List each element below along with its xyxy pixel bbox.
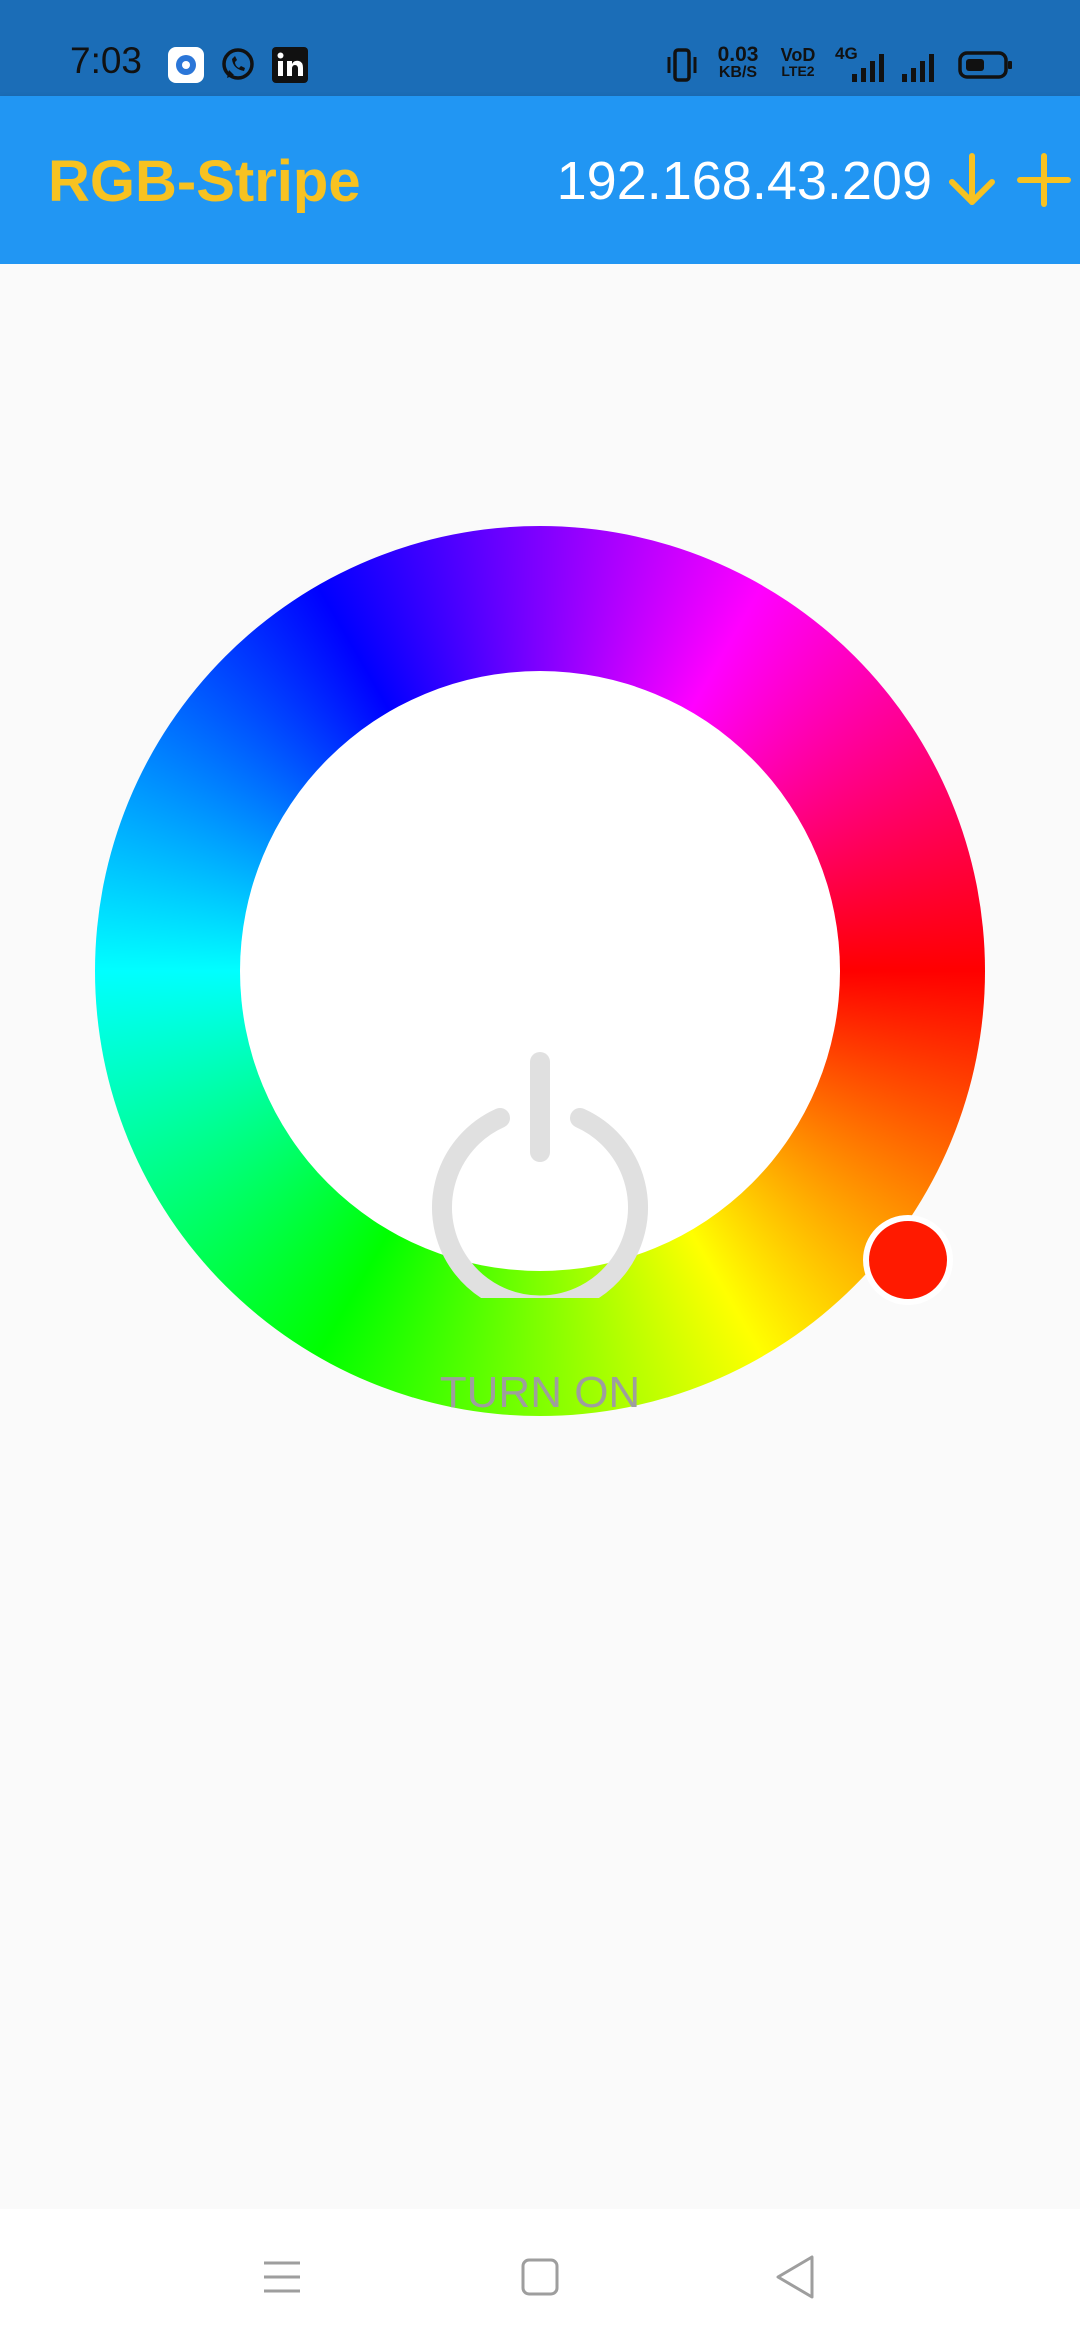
system-nav-bar <box>0 2209 1080 2340</box>
app-title: RGB-Stripe <box>48 149 361 214</box>
volte-bottom: LTE2 <box>781 63 815 79</box>
vibrate-icon <box>667 48 697 82</box>
volte-top: VoD <box>780 45 816 65</box>
whatsapp-icon <box>222 48 254 80</box>
signal-strength-2-icon <box>902 54 934 82</box>
signal-app-icon <box>168 47 204 83</box>
plus-icon[interactable] <box>1012 148 1076 212</box>
linkedin-icon <box>272 47 308 83</box>
power-label[interactable]: TURN ON <box>340 1368 740 1418</box>
app-bar: RGB-Stripe 192.168.43.209 <box>0 96 1080 264</box>
volte-indicator: VoD LTE2 <box>778 46 818 78</box>
color-picker-handle[interactable] <box>863 1215 953 1305</box>
arrow-down-icon[interactable] <box>940 148 1004 212</box>
data-rate: 0.03 KB/S <box>712 44 764 81</box>
back-icon[interactable] <box>766 2247 826 2307</box>
battery-icon <box>958 51 1012 79</box>
data-rate-value: 0.03 <box>717 43 759 66</box>
signal-strength-icon <box>852 54 884 82</box>
device-ip-address[interactable]: 192.168.43.209 <box>557 150 932 212</box>
home-icon[interactable] <box>510 2247 570 2307</box>
power-icon[interactable] <box>430 1048 650 1298</box>
status-bar: 7:03 0.03 KB/S VoD LTE2 4G <box>0 0 1080 96</box>
status-time: 7:03 <box>70 40 143 81</box>
data-rate-unit: KB/S <box>718 64 758 81</box>
menu-icon[interactable] <box>252 2247 312 2307</box>
